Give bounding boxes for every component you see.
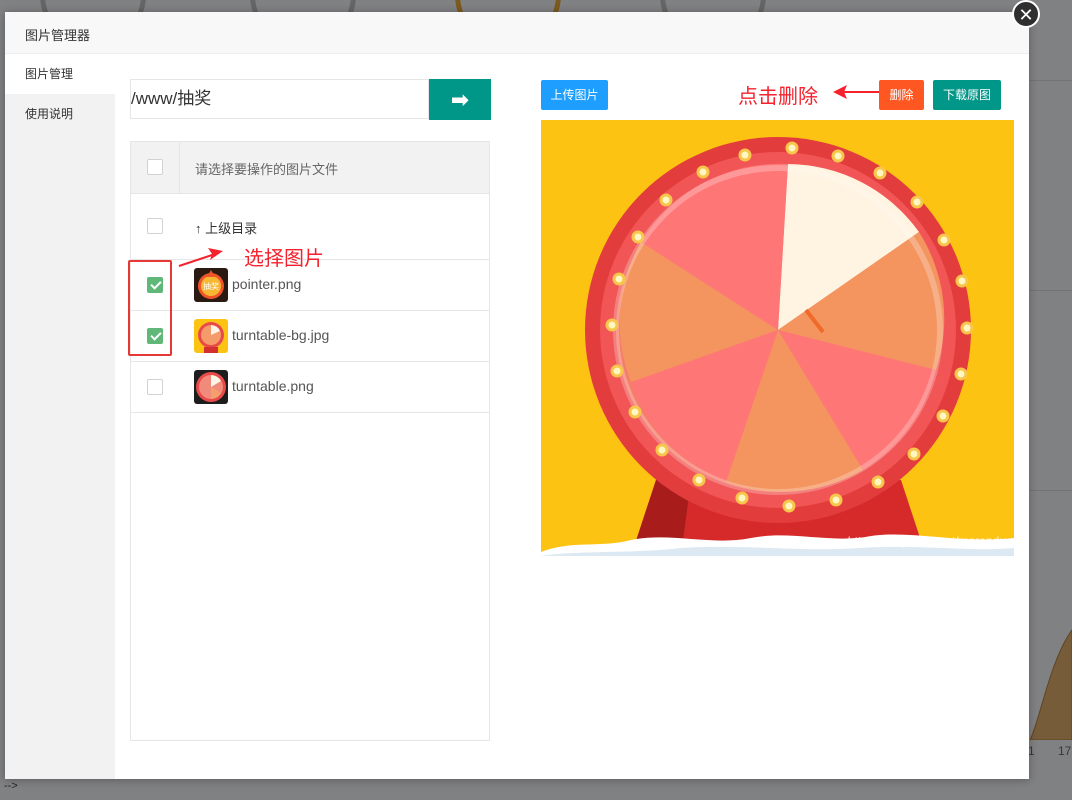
image-preview: https://blog.csdn.net/marendu [541, 120, 1014, 556]
delete-button[interactable]: 删除 [879, 80, 924, 110]
file-name[interactable]: turntable.png [232, 378, 314, 394]
select-all-checkbox[interactable] [147, 159, 163, 175]
sidebar-item-image-manage[interactable]: 图片管理 [5, 54, 115, 94]
go-button[interactable]: ➡ [429, 79, 491, 120]
modal-title: 图片管理器 [25, 28, 91, 43]
sidebar-item-instructions[interactable]: 使用说明 [5, 94, 115, 134]
delete-hint-annotation: 点击删除 [738, 86, 818, 108]
select-hint-annotation: 选择图片 [244, 248, 324, 270]
path-input[interactable]: /www/抽奖 [130, 79, 429, 119]
turntable-preview-image [541, 120, 1014, 556]
image-watermark: https://blog.csdn.net/marendu [847, 534, 1006, 548]
arrow-right-icon: ➡ [450, 87, 470, 112]
file-list-panel: 请选择要操作的图片文件 ↑ 上级目录 抽奖 pointer.png turnta… [130, 141, 490, 741]
file-row[interactable]: turntable.png [131, 362, 489, 413]
header-divider [179, 142, 180, 193]
file-list-header-text: 请选择要操作的图片文件 [195, 162, 339, 177]
parent-dir-label[interactable]: ↑ 上级目录 [195, 218, 257, 237]
file-thumbnail [194, 370, 228, 404]
sidebar: 图片管理 使用说明 [5, 54, 115, 779]
file-name[interactable]: pointer.png [232, 276, 301, 292]
download-original-button[interactable]: 下载原图 [933, 80, 1001, 110]
file-name[interactable]: turntable-bg.jpg [232, 327, 329, 343]
close-icon[interactable]: ✕ [1012, 0, 1040, 28]
selection-highlight-box [128, 260, 172, 356]
file-thumbnail: 抽奖 [194, 268, 228, 302]
file-list-header: 请选择要操作的图片文件 [131, 142, 489, 194]
file-row[interactable]: turntable-bg.jpg [131, 311, 489, 362]
modal-header: 图片管理器 [5, 12, 1029, 54]
image-manager-modal: 图片管理器 图片管理 使用说明 /www/抽奖 ➡ 请选择要操作的图片文件 ↑ … [5, 12, 1029, 779]
arrow-right-annotation-icon [178, 248, 223, 267]
parent-dir-checkbox[interactable] [147, 218, 163, 234]
file-checkbox[interactable] [147, 379, 163, 395]
upload-image-button[interactable]: 上传图片 [541, 80, 608, 110]
close-glyph: ✕ [1018, 5, 1034, 25]
file-thumbnail [194, 319, 228, 353]
arrow-left-annotation-icon [833, 85, 879, 99]
thumb-text: 抽奖 [203, 281, 219, 291]
